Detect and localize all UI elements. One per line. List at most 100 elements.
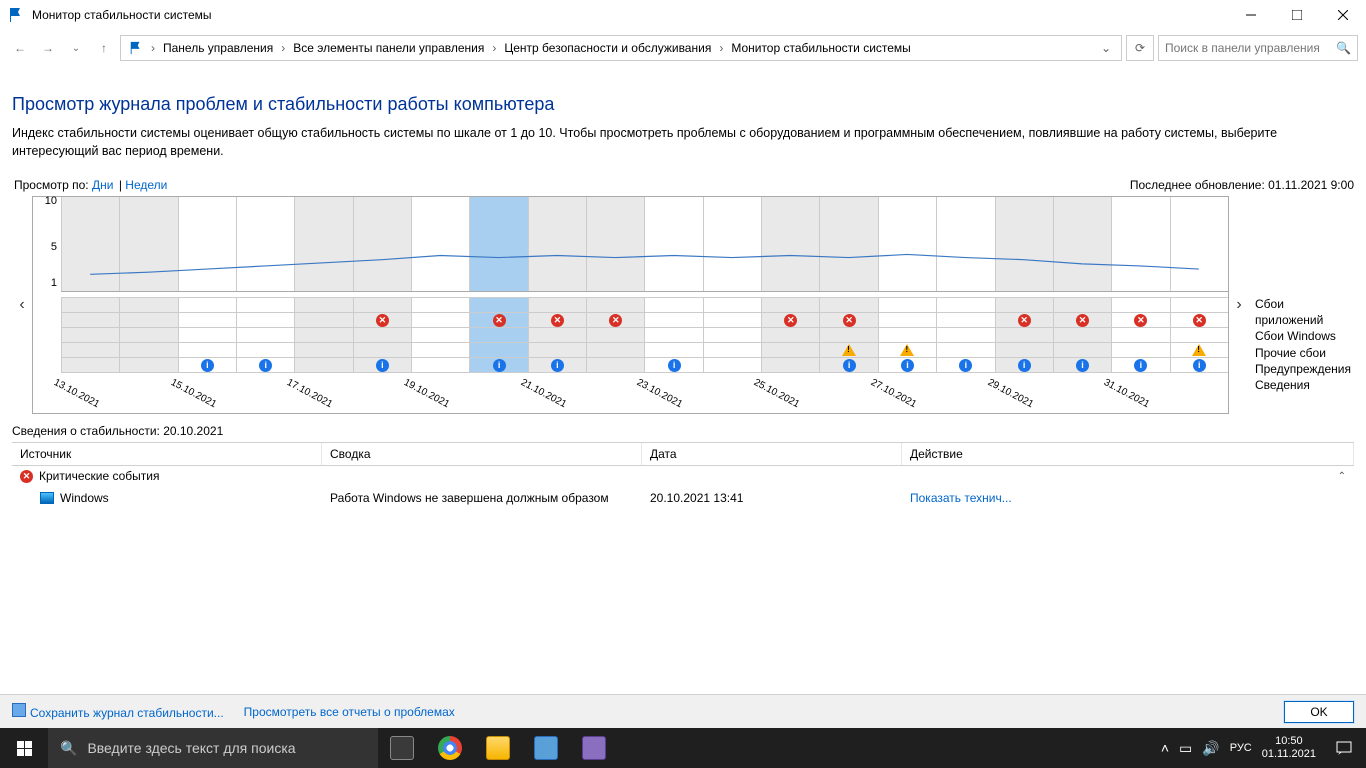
col-action[interactable]: Действие	[902, 443, 1354, 465]
view-toggle-row: Просмотр по: Дни | Недели Последнее обно…	[12, 178, 1354, 192]
info-icon: i	[551, 359, 564, 372]
group-critical-events[interactable]: ✕ Критические события ⌃	[12, 466, 1354, 486]
err-icon: ✕	[843, 314, 856, 327]
col-date[interactable]: Дата	[642, 443, 902, 465]
taskbar-app-control-panel[interactable]	[522, 728, 570, 768]
forward-button[interactable]: →	[36, 36, 60, 60]
err-icon: ✕	[551, 314, 564, 327]
info-icon: i	[1134, 359, 1147, 372]
reliability-chart[interactable]: 10 5 1 ✕✕✕✕✕✕✕✕✕✕iiiiiiiiiiiii 13.10.202…	[32, 196, 1229, 414]
err-icon: ✕	[376, 314, 389, 327]
breadcrumb[interactable]: Центр безопасности и обслуживания	[500, 39, 715, 57]
up-button[interactable]: ↑	[92, 36, 116, 60]
back-button[interactable]: ←	[8, 36, 32, 60]
address-bar[interactable]: › Панель управления › Все элементы панел…	[120, 35, 1122, 61]
search-icon: 🔍	[60, 740, 77, 757]
start-button[interactable]	[0, 728, 48, 768]
refresh-button[interactable]: ⟳	[1126, 35, 1154, 61]
windows-icon	[40, 492, 54, 504]
view-by-label: Просмотр по:	[14, 178, 89, 192]
events-table: Источник Сводка Дата Действие ✕ Критичес…	[12, 442, 1354, 510]
taskbar-app-chrome[interactable]	[426, 728, 474, 768]
err-icon: ✕	[609, 314, 622, 327]
chevron-right-icon[interactable]: ›	[149, 41, 157, 55]
search-input[interactable]	[1165, 41, 1336, 55]
error-icon: ✕	[20, 470, 33, 483]
tray-battery-icon[interactable]: ▭	[1179, 740, 1192, 757]
taskbar: 🔍 Введите здесь текст для поиска ˄ ▭ 🔊 Р…	[0, 728, 1366, 768]
info-icon: i	[1018, 359, 1031, 372]
tray-clock[interactable]: 10:50 01.11.2021	[1262, 735, 1316, 761]
copy-icon	[12, 703, 26, 717]
legend-windows-failures: Сбои Windows	[1255, 328, 1354, 344]
taskbar-app-explorer[interactable]	[474, 728, 522, 768]
legend-warnings: Предупреждения	[1255, 361, 1354, 377]
info-icon: i	[259, 359, 272, 372]
minimize-button[interactable]	[1228, 0, 1274, 30]
err-icon: ✕	[1134, 314, 1147, 327]
info-icon: i	[843, 359, 856, 372]
chevron-right-icon[interactable]: ›	[279, 41, 287, 55]
flag-icon	[8, 7, 24, 23]
chevron-right-icon[interactable]: ›	[717, 41, 725, 55]
tray-chevron-up-icon[interactable]: ˄	[1161, 740, 1169, 756]
taskbar-search[interactable]: 🔍 Введите здесь текст для поиска	[48, 728, 378, 768]
breadcrumb[interactable]: Панель управления	[159, 39, 277, 57]
err-icon: ✕	[493, 314, 506, 327]
warn-icon	[900, 344, 914, 356]
info-icon: i	[959, 359, 972, 372]
nav-toolbar: ← → ⌄ ↑ › Панель управления › Все элемен…	[0, 30, 1366, 66]
ok-button[interactable]: OK	[1284, 701, 1354, 723]
y-tick: 10	[45, 195, 57, 207]
legend-other-failures: Прочие сбои	[1255, 345, 1354, 361]
page-description: Индекс стабильности системы оценивает об…	[12, 125, 1354, 160]
tray-notifications-button[interactable]	[1326, 728, 1362, 768]
scroll-right-button[interactable]: ›	[1229, 196, 1249, 414]
recent-button[interactable]: ⌄	[64, 36, 88, 60]
legend-info: Сведения	[1255, 377, 1354, 393]
tray-volume-icon[interactable]: 🔊	[1202, 740, 1219, 757]
info-icon: i	[668, 359, 681, 372]
breadcrumb[interactable]: Все элементы панели управления	[289, 39, 488, 57]
task-view-button[interactable]	[378, 728, 426, 768]
close-button[interactable]	[1320, 0, 1366, 30]
y-tick: 1	[51, 277, 57, 289]
search-box[interactable]: 🔍	[1158, 35, 1358, 61]
footer-bar: Сохранить журнал стабильности... Просмот…	[0, 694, 1366, 728]
chart-legend: Сбои приложений Сбои Windows Прочие сбои…	[1249, 196, 1354, 414]
show-technical-link[interactable]: Показать технич...	[902, 489, 1354, 507]
col-summary[interactable]: Сводка	[322, 443, 642, 465]
legend-app-failures: Сбои приложений	[1255, 296, 1354, 328]
window-title: Монитор стабильности системы	[32, 8, 212, 22]
maximize-button[interactable]	[1274, 0, 1320, 30]
col-source[interactable]: Источник	[12, 443, 322, 465]
info-icon: i	[901, 359, 914, 372]
view-all-reports-link[interactable]: Просмотреть все отчеты о проблемах	[244, 705, 455, 719]
flag-icon	[129, 41, 143, 55]
taskbar-app-generic[interactable]	[570, 728, 618, 768]
breadcrumb[interactable]: Монитор стабильности системы	[727, 39, 915, 57]
view-days-link[interactable]: Дни	[92, 178, 113, 192]
save-history-link[interactable]: Сохранить журнал стабильности...	[12, 703, 224, 720]
collapse-icon[interactable]: ⌃	[1338, 471, 1346, 482]
view-weeks-link[interactable]: Недели	[125, 178, 167, 192]
scroll-left-button[interactable]: ‹	[12, 196, 32, 414]
info-icon: i	[201, 359, 214, 372]
page-title: Просмотр журнала проблем и стабильности …	[12, 94, 1354, 115]
last-update-label: Последнее обновление: 01.11.2021 9:00	[1130, 178, 1354, 192]
err-icon: ✕	[1076, 314, 1089, 327]
warn-icon	[1192, 344, 1206, 356]
info-icon: i	[1193, 359, 1206, 372]
chevron-right-icon[interactable]: ›	[490, 41, 498, 55]
titlebar: Монитор стабильности системы	[0, 0, 1366, 30]
err-icon: ✕	[1193, 314, 1206, 327]
info-icon: i	[1076, 359, 1089, 372]
table-row[interactable]: Windows Работа Windows не завершена долж…	[12, 486, 1354, 510]
err-icon: ✕	[1018, 314, 1031, 327]
y-tick: 5	[51, 241, 57, 253]
address-dropdown-button[interactable]: ⌄	[1095, 41, 1117, 55]
x-tick: 13.10.2021	[52, 377, 101, 410]
tray-language[interactable]: РУС	[1230, 742, 1252, 754]
err-icon: ✕	[784, 314, 797, 327]
detail-header: Сведения о стабильности: 20.10.2021	[12, 420, 1354, 442]
